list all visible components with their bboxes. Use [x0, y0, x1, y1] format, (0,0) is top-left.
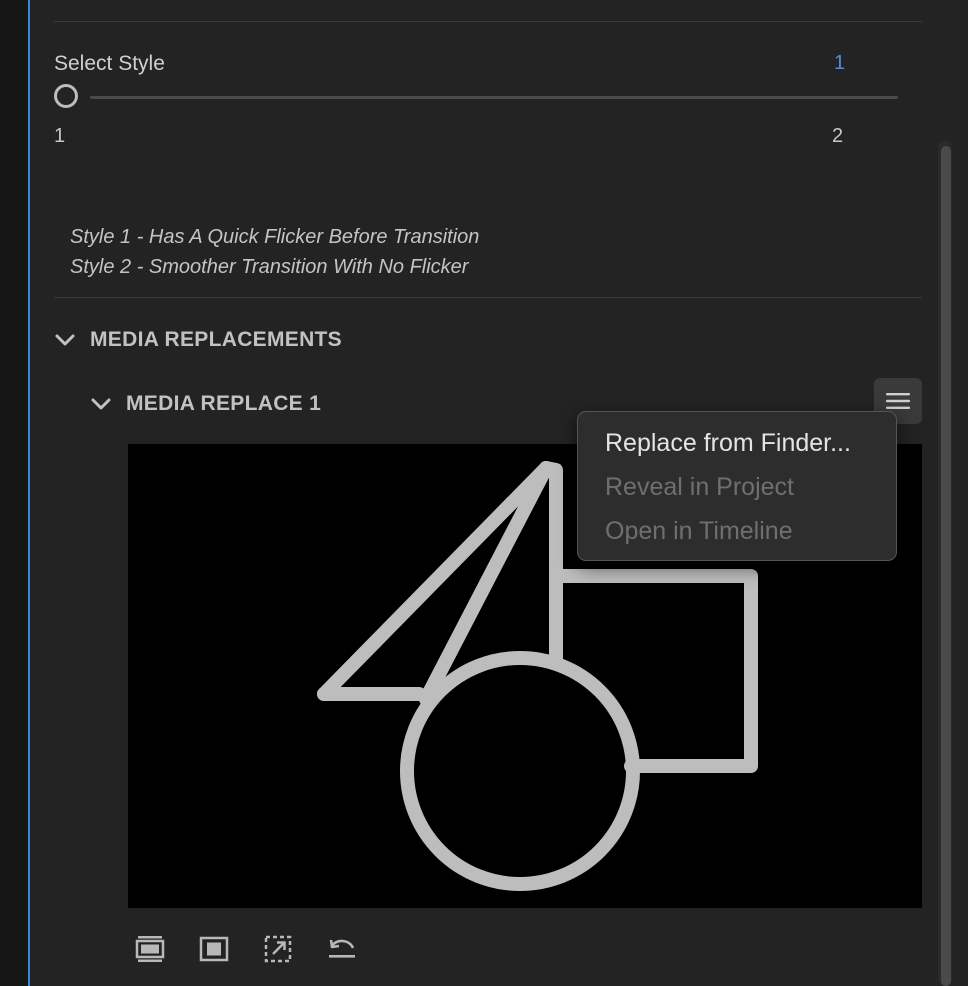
select-style-slider-handle[interactable]	[54, 84, 78, 108]
fill-frame-button[interactable]	[134, 933, 166, 965]
media-replacements-header[interactable]: MEDIA REPLACEMENTS	[54, 328, 342, 352]
media-options-context-menu: Replace from Finder... Reveal in Project…	[577, 411, 897, 561]
chevron-down-icon	[91, 398, 111, 410]
select-style-slider-track[interactable]	[90, 96, 898, 99]
media-replacements-title: MEDIA REPLACEMENTS	[90, 328, 342, 351]
menu-item-replace-from-finder[interactable]: Replace from Finder...	[605, 429, 851, 458]
scale-frame-icon	[264, 935, 292, 963]
media-replace-1-title: MEDIA REPLACE 1	[126, 392, 322, 415]
section-divider	[54, 297, 922, 298]
style-2-description: Style 2 - Smoother Transition With No Fl…	[70, 256, 469, 278]
menu-item-reveal-in-project[interactable]: Reveal in Project	[605, 473, 794, 502]
hamburger-menu-icon	[886, 393, 910, 409]
scale-frame-button[interactable]	[262, 933, 294, 965]
style-1-description: Style 1 - Has A Quick Flicker Before Tra…	[70, 226, 480, 248]
left-gutter	[0, 0, 28, 986]
menu-item-open-in-timeline[interactable]: Open in Timeline	[605, 517, 793, 546]
select-style-label: Select Style	[54, 52, 165, 75]
undo-icon	[329, 939, 355, 958]
fit-frame-button[interactable]	[198, 933, 230, 965]
top-divider	[54, 21, 922, 22]
undo-button[interactable]	[326, 933, 358, 965]
fit-frame-icon	[199, 936, 229, 962]
chevron-down-icon	[55, 334, 75, 346]
slider-min-label: 1	[54, 125, 66, 147]
media-replace-1-header[interactable]: MEDIA REPLACE 1	[90, 392, 321, 416]
select-style-value[interactable]: 1	[834, 52, 845, 75]
scrollbar-thumb[interactable]	[941, 146, 951, 986]
fill-frame-icon	[135, 936, 165, 962]
slider-max-label: 2	[832, 125, 844, 147]
